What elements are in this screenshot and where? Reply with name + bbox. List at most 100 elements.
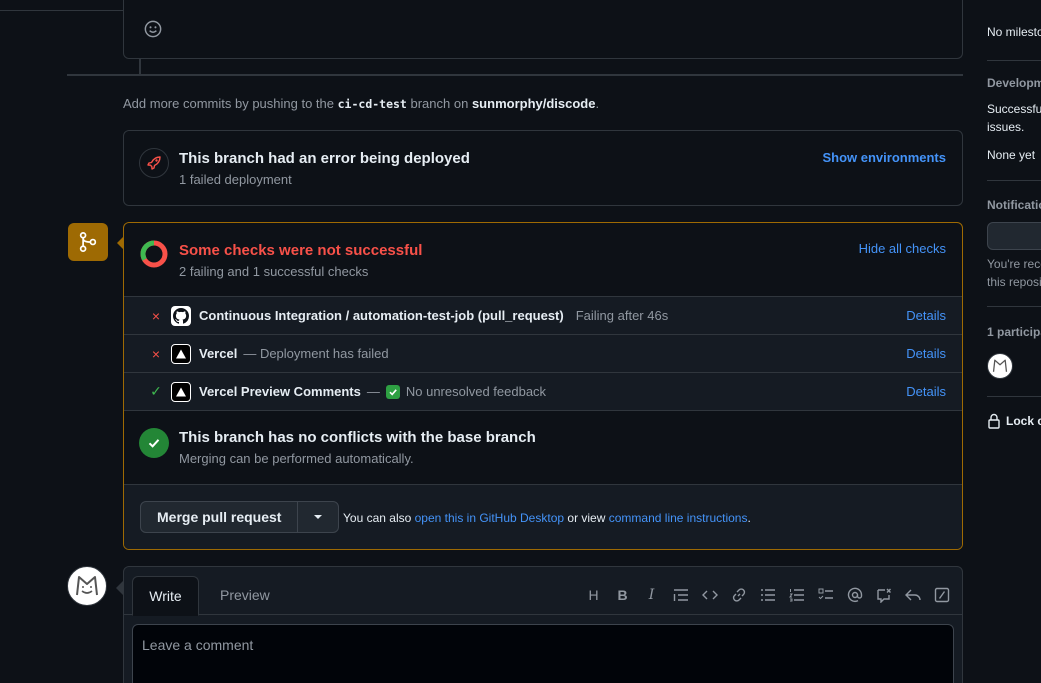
sidebar-participants-heading: 1 participa [987,325,1041,339]
x-icon: × [151,307,161,324]
emoji-reaction-button[interactable] [141,17,165,41]
sidebar-divider [987,180,1041,181]
vercel-icon [171,343,191,364]
sidebar-notifications-text-2: this reposi [987,275,1041,289]
task-list-icon[interactable] [811,585,840,605]
merge-method-dropdown[interactable] [298,502,338,532]
heading-icon[interactable]: H [579,585,608,605]
check-row: × Continuous Integration / automation-te… [124,297,962,335]
check-description-text: No unresolved feedback [405,384,547,399]
tab-write[interactable]: Write [132,576,199,616]
hide-all-checks-link[interactable]: Hide all checks [859,241,946,256]
sidebar-milestone[interactable]: No milesto [987,25,1041,39]
comment-form: Write Preview H B I Leave a comment [123,566,963,683]
lock-conversation-label: Lock c [1006,414,1041,428]
check-description: — Deployment has failed [243,346,389,361]
sidebar-divider [987,60,1041,61]
deployment-title: This branch had an error being deployed [179,150,470,167]
italic-icon[interactable]: I [637,585,666,605]
tab-preview[interactable]: Preview [220,587,270,603]
merge-button-group: Merge pull request [140,501,340,533]
cross-reference-icon[interactable] [869,585,898,605]
check-description-dash: — [366,384,380,399]
check-description: Failing after 46s [575,308,669,323]
sidebar-divider [987,306,1041,307]
checks-subtitle: 2 failing and 1 successful checks [179,264,369,279]
sidebar-development-text-2: issues. [987,120,1025,134]
sidebar-divider [987,396,1041,397]
merge-hint-prefix: You can also [343,511,412,525]
x-icon: × [151,345,161,362]
check-details-link[interactable]: Details [906,384,946,399]
markdown-toolbar: H B I [579,585,956,605]
quote-icon[interactable] [666,585,695,605]
check-row: ✓ Vercel Preview Comments — No unresolve… [124,373,962,411]
git-merge-icon [68,223,108,261]
check-details-link[interactable]: Details [906,308,946,323]
timeline-divider [67,74,963,76]
timeline-line [139,59,141,74]
code-icon[interactable] [695,585,724,605]
check-name: Continuous Integration / automation-test… [199,308,564,323]
merge-hint: You can also open this in GitHub Desktop… [343,511,751,525]
bold-icon[interactable]: B [608,585,637,605]
participant-avatar[interactable] [987,353,1013,379]
checkbox-checked-icon [385,384,400,399]
check-details-link[interactable]: Details [906,346,946,361]
repo-name: sunmorphy/discode [471,96,596,111]
sidebar-development-heading[interactable]: Developm [987,76,1041,90]
check-description: — No unresolved feedback [367,384,546,399]
vercel-icon [171,381,191,402]
lock-icon [988,413,1000,429]
check-name: Vercel [199,346,238,361]
user-avatar-icon [992,359,1008,372]
unordered-list-icon[interactable] [753,585,782,605]
link-icon[interactable] [724,585,753,605]
deployment-subtitle: 1 failed deployment [179,172,292,187]
avatar[interactable] [67,566,107,606]
sidebar-notifications-heading: Notificatio [987,198,1041,212]
merge-hint-middle: or view [567,511,606,525]
show-environments-link[interactable]: Show environments [822,150,946,165]
push-hint-suffix: . [595,96,600,111]
open-in-desktop-link[interactable]: open this in GitHub Desktop [415,511,564,525]
lock-conversation-link[interactable]: Lock c [987,413,1041,429]
slash-commands-icon[interactable] [927,585,956,605]
comment-placeholder: Leave a comment [142,637,254,653]
conflicts-title: This branch has no conflicts with the ba… [179,429,536,446]
triangle-down-icon [314,515,323,519]
check-icon: ✓ [150,383,162,399]
rocket-icon [139,148,169,178]
check-name: Vercel Preview Comments [199,384,361,399]
previous-comment-box [123,0,963,59]
comment-tab-bar: Write Preview H B I [124,567,962,616]
checks-donut-icon [140,240,168,268]
push-hint-middle: branch on [410,96,469,111]
sidebar: No milesto Developm Successful issues. N… [987,0,1041,683]
merge-checks-box: Some checks were not successful 2 failin… [123,222,963,550]
ordered-list-icon[interactable] [782,585,811,605]
merge-hint-suffix: . [747,511,751,525]
reply-icon[interactable] [898,585,927,605]
push-hint: Add more commits by pushing to the ci-cd… [123,96,599,111]
sidebar-notifications-text: You're rece [987,257,1041,271]
user-avatar-icon [76,576,98,596]
command-line-instructions-link[interactable]: command line instructions [609,511,748,525]
conflicts-section: This branch has no conflicts with the ba… [124,410,962,485]
comment-textarea[interactable]: Leave a comment [132,624,954,683]
mention-icon[interactable] [840,585,869,605]
sidebar-development-text: Successful [987,102,1041,116]
smiley-icon [144,20,162,38]
push-hint-prefix: Add more commits by pushing to the [123,96,334,111]
branch-name: ci-cd-test [337,97,407,111]
deployment-status-box: This branch had an error being deployed … [123,130,963,206]
notifications-subscribe-button[interactable] [987,222,1041,250]
checks-header: Some checks were not successful 2 failin… [124,223,962,297]
sidebar-development-none: None yet [987,148,1036,162]
checks-title: Some checks were not successful [179,242,423,259]
conflicts-subtitle: Merging can be performed automatically. [179,451,414,466]
check-circle-icon [139,428,169,458]
github-icon [171,305,191,326]
merge-pull-request-button[interactable]: Merge pull request [141,502,299,532]
check-row: × Vercel — Deployment has failed Details [124,335,962,373]
